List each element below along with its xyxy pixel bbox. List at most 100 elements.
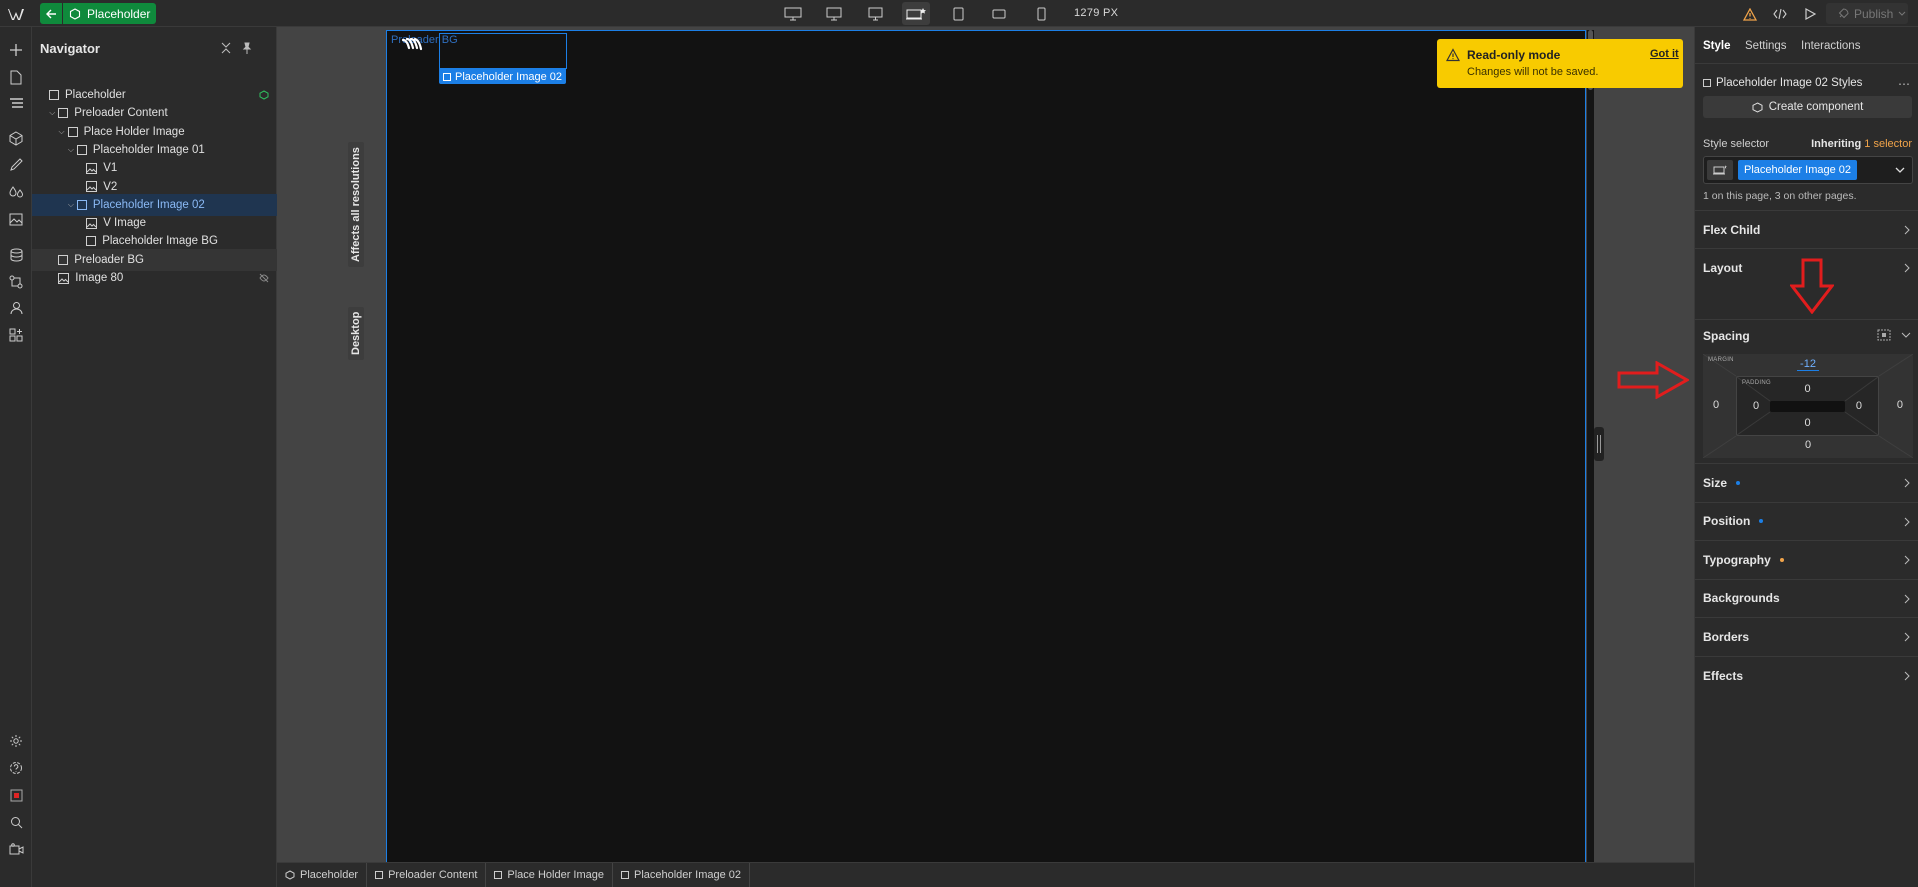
got-it-button[interactable]: Got it	[1650, 48, 1679, 60]
breakpoint-desktop-lg[interactable]	[820, 2, 848, 25]
navigator-item-label: Placeholder Image 02	[92, 198, 205, 211]
chevron-right-icon	[1904, 478, 1910, 488]
assets-button[interactable]	[6, 209, 26, 229]
components-button[interactable]	[6, 128, 26, 148]
desktop-xl-icon	[784, 7, 802, 20]
section-spacing[interactable]: Spacing	[1695, 319, 1918, 351]
style-selector-input[interactable]: Placeholder Image 02	[1703, 156, 1913, 184]
tab-interactions[interactable]: Interactions	[1801, 40, 1860, 52]
div-block-icon	[67, 126, 78, 137]
more-options-icon[interactable]: ⋯	[1898, 77, 1910, 91]
breadcrumb-item[interactable]: Preloader Content	[367, 862, 487, 887]
breakpoint-mobile-portrait[interactable]	[1027, 2, 1055, 25]
style-selectors-button[interactable]	[6, 155, 26, 175]
back-button[interactable]	[40, 3, 62, 24]
logic-button[interactable]	[6, 272, 26, 292]
page-selector[interactable]: Placeholder	[63, 3, 156, 24]
padding-left-value[interactable]: 0	[1753, 400, 1759, 412]
canvas-area: Affects all resolutions Desktop Preloade…	[277, 27, 1694, 862]
apps-button[interactable]	[6, 325, 26, 345]
navigator-item-label: Place Holder Image	[83, 125, 185, 138]
search-button[interactable]	[6, 812, 26, 832]
canvas-scrollbar[interactable]	[1587, 30, 1594, 862]
settings-button[interactable]	[6, 731, 26, 751]
breadcrumb-item[interactable]: Place Holder Image	[486, 862, 613, 887]
chevron-down-icon[interactable]: ⌵	[66, 200, 76, 210]
breakpoint-desktop-md[interactable]	[861, 2, 889, 25]
margin-top-value[interactable]: -12	[1703, 358, 1913, 371]
breakpoint-desktop-xl[interactable]	[779, 2, 807, 25]
section-label: Effects	[1703, 668, 1744, 683]
page-name: Placeholder	[87, 6, 151, 21]
top-bar: Placeholder 1279 PX Publish	[0, 0, 1918, 27]
rocket-icon	[1838, 8, 1849, 19]
pages-button[interactable]	[6, 67, 26, 87]
eye-hidden-icon[interactable]	[259, 273, 269, 283]
mobile-landscape-icon	[992, 9, 1006, 18]
selected-element-tag[interactable]: Placeholder Image 02	[439, 69, 567, 84]
section-backgrounds[interactable]: Backgrounds	[1695, 578, 1918, 617]
spacing-mode-icon[interactable]	[1877, 329, 1891, 341]
section-typography[interactable]: Typography	[1695, 540, 1918, 578]
breadcrumb-label: Place Holder Image	[507, 869, 604, 881]
tab-style[interactable]: Style	[1703, 40, 1731, 52]
preview-button[interactable]	[1801, 5, 1819, 23]
navigator-item-label: Placeholder	[65, 89, 126, 101]
chevron-down-icon[interactable]: ⌵	[47, 108, 57, 118]
breakpoint-desktop-base[interactable]	[902, 2, 930, 25]
section-label: Spacing	[1703, 328, 1750, 343]
padding-top-value[interactable]: 0	[1737, 383, 1878, 395]
canvas-resize-handle[interactable]	[1594, 427, 1604, 461]
pin-icon[interactable]	[240, 41, 254, 55]
selector-pill[interactable]: Placeholder Image 02	[1738, 160, 1858, 180]
add-elements-button[interactable]	[6, 40, 26, 60]
cms-button[interactable]	[6, 245, 26, 265]
breadcrumb-item[interactable]: Placeholder	[277, 862, 368, 887]
margin-right-value[interactable]: 0	[1897, 399, 1903, 411]
inheriting-indicator[interactable]: Inheriting 1 selector	[1811, 138, 1912, 150]
breakpoint-tablet[interactable]	[944, 2, 972, 25]
chevron-right-icon	[1904, 555, 1910, 565]
help-button[interactable]	[6, 758, 26, 778]
create-component-button[interactable]: Create component	[1703, 96, 1912, 118]
selector-state-button[interactable]	[1707, 160, 1733, 180]
video-tutorials-button[interactable]	[6, 839, 26, 859]
section-label: Backgrounds	[1703, 591, 1780, 606]
publish-button[interactable]: Publish	[1826, 3, 1908, 24]
section-flex-child[interactable]: Flex Child	[1695, 210, 1918, 248]
padding-bottom-value[interactable]: 0	[1737, 417, 1878, 429]
breadcrumb-item[interactable]: Placeholder Image 02	[613, 862, 750, 887]
navigator-item[interactable]: Image 80	[32, 267, 277, 289]
collapse-all-icon[interactable]	[219, 41, 233, 55]
section-label: Borders	[1703, 629, 1750, 644]
read-only-toast: Read-only mode Changes will not be saved…	[1437, 39, 1683, 88]
section-effects[interactable]: Effects	[1695, 656, 1918, 694]
navigator-title: Navigator	[40, 41, 100, 56]
tab-settings[interactable]: Settings	[1745, 40, 1787, 52]
margin-bottom-value[interactable]: 0	[1703, 439, 1913, 451]
navigator-item-label: V Image	[103, 217, 147, 230]
section-borders[interactable]: Borders	[1695, 617, 1918, 655]
padding-right-value[interactable]: 0	[1856, 400, 1862, 412]
section-size[interactable]: Size	[1695, 463, 1918, 501]
record-button[interactable]	[6, 785, 26, 805]
code-button[interactable]	[1771, 5, 1789, 23]
section-position[interactable]: Position	[1695, 501, 1918, 540]
breadcrumb-label: Placeholder	[300, 869, 359, 881]
navigator-button[interactable]	[6, 94, 26, 114]
canvas-frame[interactable]: Preloader BG Placeholder Image 02	[386, 30, 1586, 862]
variables-button[interactable]	[6, 182, 26, 202]
margin-left-value[interactable]: 0	[1713, 399, 1719, 411]
section-label: Typography	[1703, 552, 1771, 567]
chevron-right-icon	[1904, 263, 1910, 273]
users-button[interactable]	[6, 298, 26, 318]
chevron-down-icon[interactable]	[1894, 164, 1906, 176]
selected-element-outline[interactable]	[439, 33, 567, 69]
chevron-down-icon[interactable]: ⌵	[66, 145, 76, 155]
webflow-logo-icon[interactable]	[8, 7, 28, 21]
div-block-icon	[1703, 79, 1711, 87]
warning-button[interactable]	[1741, 5, 1759, 23]
database-icon	[10, 248, 22, 262]
chevron-down-icon[interactable]: ⌵	[57, 127, 67, 137]
breakpoint-mobile-landscape[interactable]	[985, 2, 1013, 25]
